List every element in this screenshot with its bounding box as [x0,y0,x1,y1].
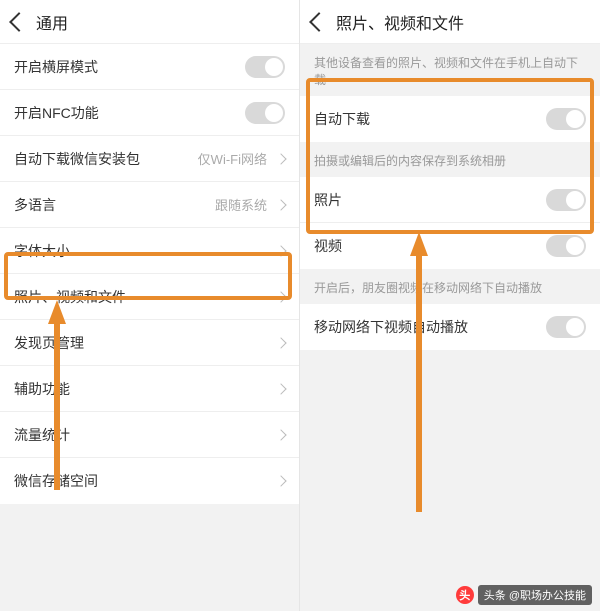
watermark-text: 头条 @职场办公技能 [478,585,592,605]
watermark: 头 头条 @职场办公技能 [456,585,592,605]
toggle-icon[interactable] [245,56,285,78]
row-label: 自动下载 [314,109,370,129]
row-label: 视频 [314,236,342,256]
row-photos[interactable]: 照片 [300,177,600,223]
row-label: 开启NFC功能 [14,103,99,123]
row-auto-download-wechat[interactable]: 自动下载微信安装包 仅Wi-Fi网络 [0,136,299,182]
row-label: 流量统计 [14,425,70,445]
header-right: 照片、视频和文件 [300,0,600,44]
section-note: 拍摄或编辑后的内容保存到系统相册 [300,142,600,177]
row-nfc[interactable]: 开启NFC功能 [0,90,299,136]
back-icon[interactable] [309,12,329,32]
toggle-icon[interactable] [245,102,285,124]
row-mobile-autoplay[interactable]: 移动网络下视频自动播放 [300,304,600,350]
chevron-right-icon [275,153,286,164]
row-data-usage[interactable]: 流量统计 [0,412,299,458]
row-storage[interactable]: 微信存储空间 [0,458,299,504]
row-label: 多语言 [14,195,56,215]
row-discover-manage[interactable]: 发现页管理 [0,320,299,366]
row-language[interactable]: 多语言 跟随系统 [0,182,299,228]
row-label: 移动网络下视频自动播放 [314,317,468,337]
chevron-right-icon [275,475,286,486]
toggle-icon[interactable] [546,316,586,338]
page-title: 通用 [36,10,68,34]
right-panel: 照片、视频和文件 其他设备查看的照片、视频和文件在手机上自动下载 自动下载 拍摄… [300,0,600,611]
row-font-size[interactable]: 字体大小 [0,228,299,274]
section-note: 开启后，朋友圈视频在移动网络下自动播放 [300,269,600,304]
row-label: 照片、视频和文件 [14,287,126,307]
chevron-right-icon [275,199,286,210]
watermark-badge-icon: 头 [456,586,474,604]
row-landscape[interactable]: 开启横屏模式 [0,44,299,90]
row-label: 自动下载微信安装包 [14,149,140,169]
left-panel: 通用 开启横屏模式 开启NFC功能 自动下载微信安装包 仅Wi-Fi网络 多语言… [0,0,300,611]
row-label: 辅助功能 [14,379,70,399]
chevron-right-icon [275,337,286,348]
row-videos[interactable]: 视频 [300,223,600,269]
chevron-right-icon [275,245,286,256]
row-label: 开启横屏模式 [14,57,98,77]
page-title: 照片、视频和文件 [336,10,464,34]
toggle-icon[interactable] [546,108,586,130]
toggle-icon[interactable] [546,189,586,211]
section-note: 其他设备查看的照片、视频和文件在手机上自动下载 [300,44,600,96]
back-icon[interactable] [9,12,29,32]
chevron-right-icon [275,429,286,440]
row-photos-videos-files[interactable]: 照片、视频和文件 [0,274,299,320]
row-value: 跟随系统 [215,195,267,214]
chevron-right-icon [275,291,286,302]
header-left: 通用 [0,0,299,44]
row-value: 仅Wi-Fi网络 [198,149,267,168]
row-label: 发现页管理 [14,333,84,353]
row-label: 微信存储空间 [14,471,98,491]
row-accessibility[interactable]: 辅助功能 [0,366,299,412]
row-label: 字体大小 [14,241,70,261]
row-auto-download[interactable]: 自动下载 [300,96,600,142]
chevron-right-icon [275,383,286,394]
row-label: 照片 [314,190,342,210]
toggle-icon[interactable] [546,235,586,257]
